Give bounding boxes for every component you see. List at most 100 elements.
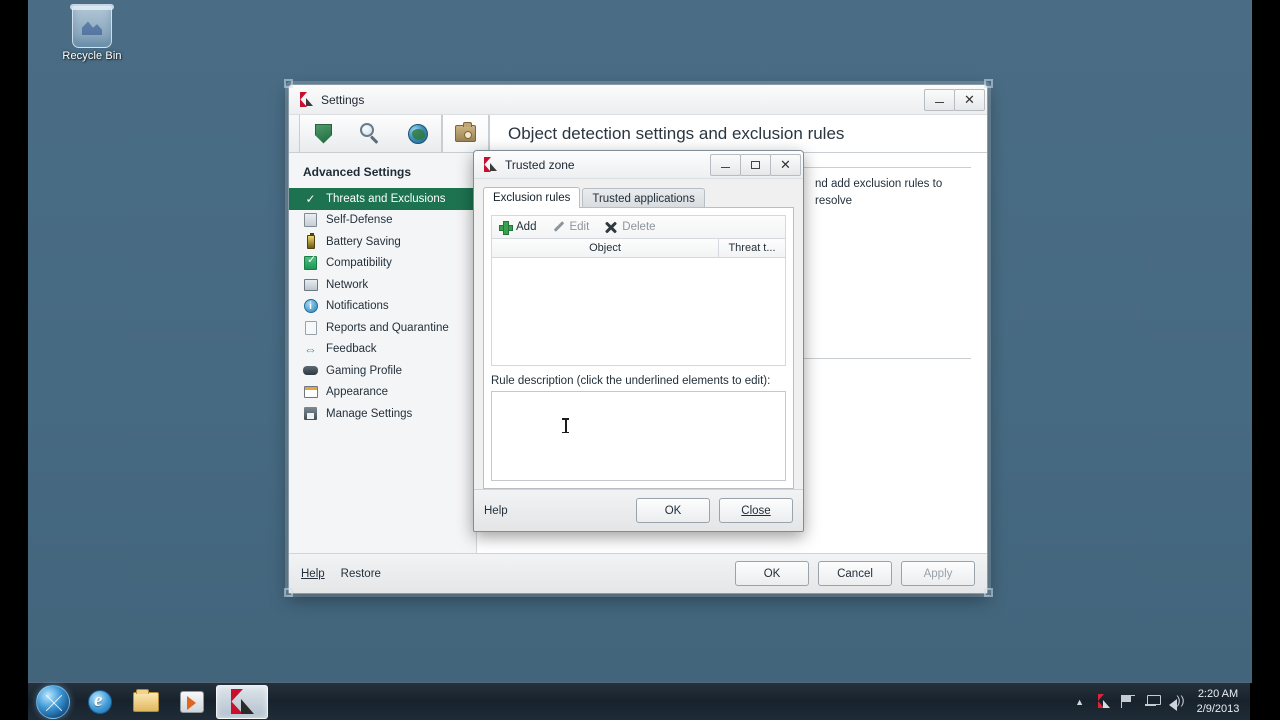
settings-titlebar[interactable]: Settings ✕: [289, 85, 987, 115]
ie-icon: [88, 689, 112, 714]
toolbar-group-main[interactable]: [299, 115, 442, 152]
settings-toolbar[interactable]: Object detection settings and exclusion …: [289, 115, 987, 153]
x-icon: [605, 221, 617, 233]
notification-icon: i: [303, 299, 318, 314]
delete-rule-button[interactable]: Delete: [605, 221, 655, 233]
page-title: Object detection settings and exclusion …: [489, 115, 987, 152]
taskbar-item-internet-explorer[interactable]: [78, 686, 122, 718]
sidebar-item-label: Manage Settings: [326, 407, 413, 420]
sidebar-item-label: Self-Defense: [326, 214, 393, 227]
exclusion-rules-panel: Add Edit Delete Object Threat t... Rule …: [483, 207, 794, 489]
rule-description-box[interactable]: [491, 391, 786, 481]
action-center-flag-icon[interactable]: [1118, 695, 1138, 708]
feedback-icon: ⇔: [304, 341, 317, 357]
close-icon[interactable]: ✕: [770, 153, 801, 176]
sidebar-item-reports-and-quarantine[interactable]: Reports and Quarantine: [289, 317, 476, 339]
pencil-icon: [552, 221, 564, 233]
close-button[interactable]: Close: [719, 498, 793, 523]
network-icon[interactable]: [1142, 695, 1162, 708]
add-rule-label: Add: [516, 221, 537, 233]
trusted-zone-title: Trusted zone: [505, 157, 575, 172]
window-resize-handle-bottom-left[interactable]: [284, 588, 293, 597]
trusted-zone-tabs[interactable]: Exclusion rules Trusted applications: [483, 187, 794, 208]
edit-rule-label: Edit: [569, 221, 590, 233]
sidebar-item-battery-saving[interactable]: Battery Saving: [289, 231, 476, 253]
column-header-threat-type[interactable]: Threat t...: [719, 239, 785, 257]
window-resize-handle-top-right[interactable]: [984, 79, 993, 88]
ok-button[interactable]: OK: [636, 498, 710, 523]
kaspersky-logo-icon: [299, 92, 314, 107]
column-header-object[interactable]: Object: [492, 239, 719, 257]
window-resize-handle-bottom-right[interactable]: [984, 588, 993, 597]
recycle-bin-label: Recycle Bin: [62, 50, 122, 62]
sidebar-item-notifications[interactable]: i Notifications: [289, 296, 476, 318]
media-player-icon: [180, 690, 204, 713]
trusted-zone-window-controls: ✕: [710, 153, 801, 176]
sidebar-item-label: Battery Saving: [326, 235, 401, 248]
clock-date: 2/9/2013: [1196, 702, 1240, 715]
close-icon[interactable]: ✕: [954, 88, 985, 111]
battery-icon: [303, 232, 318, 249]
sidebar-item-label: Appearance: [326, 386, 389, 399]
minimize-icon[interactable]: [924, 88, 955, 111]
ok-button[interactable]: OK: [735, 561, 809, 586]
magnifier-icon[interactable]: [347, 123, 394, 144]
taskbar-item-windows-explorer[interactable]: [124, 686, 168, 718]
desktop-icon-recycle-bin[interactable]: Recycle Bin: [50, 4, 134, 70]
sidebar-item-feedback[interactable]: ⇔ Feedback: [289, 339, 476, 361]
minimize-icon[interactable]: [710, 153, 741, 176]
kaspersky-logo-icon: [228, 688, 256, 716]
save-icon: [303, 406, 318, 421]
taskbar[interactable]: ▲ 2:20 AM 2/9/2013: [0, 682, 1280, 720]
settings-window-controls: ✕: [924, 88, 985, 111]
taskbar-item-kaspersky[interactable]: [216, 684, 268, 719]
exclusion-rules-table[interactable]: Object Threat t...: [491, 238, 786, 366]
tab-exclusion-rules[interactable]: Exclusion rules: [483, 187, 581, 208]
trusted-zone-footer: Help OK Close: [474, 489, 803, 531]
kaspersky-logo-icon: [483, 157, 498, 172]
volume-icon[interactable]: [1166, 693, 1186, 711]
maximize-icon[interactable]: [740, 153, 771, 176]
sidebar-item-manage-settings[interactable]: Manage Settings: [289, 403, 476, 425]
sidebar-item-compatibility[interactable]: Compatibility: [289, 253, 476, 275]
rule-description-label: Rule description (click the underlined e…: [491, 375, 771, 387]
sidebar-item-appearance[interactable]: Appearance: [289, 382, 476, 404]
restore-link[interactable]: Restore: [341, 568, 381, 580]
sidebar-item-network[interactable]: Network: [289, 274, 476, 296]
globe-icon[interactable]: [394, 123, 441, 144]
taskbar-item-windows-media-player[interactable]: [170, 686, 214, 718]
trusted-zone-dialog[interactable]: Trusted zone ✕ Exclusion rules Trusted a…: [473, 150, 804, 532]
sidebar-item-gaming-profile[interactable]: Gaming Profile: [289, 360, 476, 382]
table-header-row: Object Threat t...: [492, 239, 785, 258]
add-rule-button[interactable]: Add: [499, 221, 537, 235]
plus-icon: [499, 221, 513, 235]
text-cursor-icon: [562, 418, 569, 433]
window-resize-handle-top-left[interactable]: [284, 79, 293, 88]
settings-footer: Help Restore OK Cancel Apply: [289, 553, 987, 593]
start-orb-icon[interactable]: [36, 684, 70, 719]
tab-trusted-applications[interactable]: Trusted applications: [582, 188, 705, 208]
system-tray[interactable]: ▲ 2:20 AM 2/9/2013: [1069, 682, 1280, 720]
reports-icon: [303, 320, 318, 335]
sidebar-item-label: Gaming Profile: [326, 364, 403, 377]
show-hidden-icons-arrow[interactable]: ▲: [1075, 697, 1084, 707]
network-icon: [303, 277, 318, 292]
table-rows-empty[interactable]: [492, 258, 785, 365]
gamepad-icon: [303, 363, 318, 378]
apply-button[interactable]: Apply: [901, 561, 975, 586]
self-defense-icon: [303, 213, 318, 228]
sidebar[interactable]: Advanced Settings ✓ Threats and Exclusio…: [289, 153, 477, 553]
edit-rule-button[interactable]: Edit: [552, 221, 589, 233]
sidebar-item-threats-and-exclusions[interactable]: ✓ Threats and Exclusions: [289, 188, 476, 210]
help-link[interactable]: Help: [484, 505, 508, 517]
cancel-button[interactable]: Cancel: [818, 561, 892, 586]
shield-icon[interactable]: [300, 123, 347, 144]
clock[interactable]: 2:20 AM 2/9/2013: [1188, 687, 1250, 717]
help-link[interactable]: Help: [301, 568, 325, 580]
kaspersky-tray-icon[interactable]: [1094, 694, 1114, 709]
sidebar-item-self-defense[interactable]: Self-Defense: [289, 210, 476, 232]
sidebar-item-label: Reports and Quarantine: [326, 321, 449, 334]
trusted-zone-titlebar[interactable]: Trusted zone ✕: [474, 151, 803, 179]
rule-toolbar[interactable]: Add Edit Delete: [491, 215, 786, 238]
toolbox-icon[interactable]: [442, 115, 489, 152]
